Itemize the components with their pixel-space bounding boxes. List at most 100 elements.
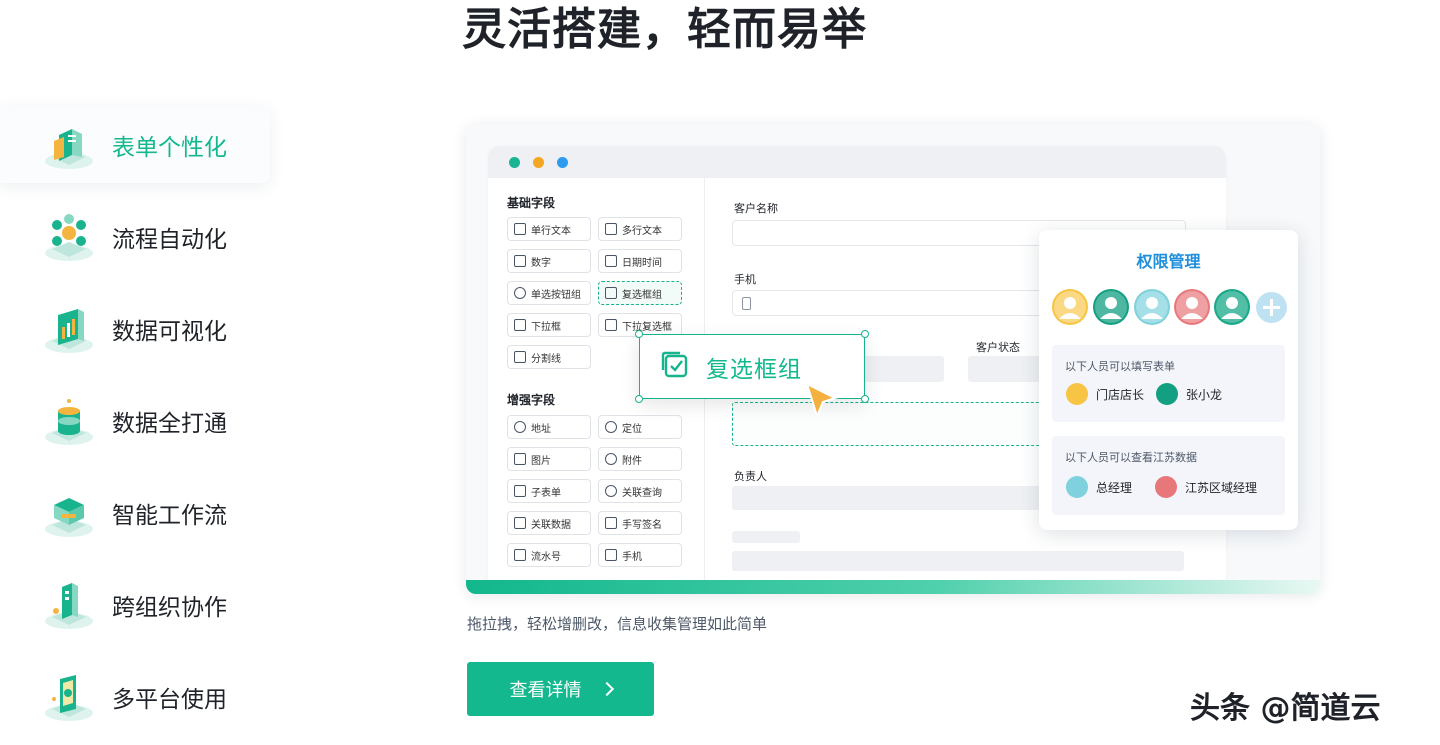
nav-item-label: 智能工作流 (112, 502, 227, 529)
field-chip[interactable]: 单行文本 (507, 217, 591, 241)
resize-handle[interactable] (635, 395, 643, 403)
avatar (1155, 476, 1177, 498)
field-chip[interactable]: 复选框组 (598, 281, 682, 305)
field-chip[interactable]: 手机 (598, 543, 682, 567)
nav-item-data-visualization[interactable]: 数据可视化 (0, 290, 270, 367)
permission-title: 权限管理 (1136, 252, 1201, 271)
permission-person[interactable]: 江苏区域经理 (1155, 476, 1257, 498)
text-field-icon (514, 223, 526, 235)
customer-status-label: 客户状态 (976, 341, 1020, 354)
window-dot-blue (557, 157, 568, 168)
view-permission-box: 以下人员可以查看江苏数据 总经理 江苏区域经理 (1052, 436, 1285, 515)
field-chip[interactable]: 关联数据 (507, 511, 591, 535)
image-icon (514, 453, 526, 465)
permission-person[interactable]: 张小龙 (1156, 383, 1222, 405)
cloud-upload-icon (605, 453, 617, 465)
enhanced-fields-title: 增强字段 (507, 393, 556, 407)
phone-label: 手机 (734, 273, 756, 286)
field-chip[interactable]: 地址 (507, 415, 591, 439)
nav-item-label: 跨组织协作 (112, 594, 227, 621)
customer-status-select[interactable] (968, 356, 1048, 382)
mobile-phone-icon (605, 549, 617, 561)
field-chip[interactable]: 下拉框 (507, 313, 591, 337)
nav-item-smart-workflow[interactable]: 智能工作流 (0, 474, 270, 551)
multi-dropdown-icon (605, 319, 617, 331)
field-chip[interactable]: 子表单 (507, 479, 591, 503)
avatar (1156, 383, 1178, 405)
crosshair-icon (605, 421, 617, 433)
nav-item-data-integration[interactable]: 数据全打通 (0, 382, 270, 459)
form-placeholder-block (732, 551, 1184, 571)
mouse-cursor-icon (805, 382, 841, 424)
field-chip[interactable]: 数字 (507, 249, 591, 273)
resize-handle[interactable] (861, 395, 869, 403)
user-avatar[interactable] (1052, 289, 1088, 325)
nav-item-multi-platform[interactable]: 多平台使用 (0, 658, 270, 735)
resize-handle[interactable] (861, 330, 869, 338)
window-dot-green (509, 157, 520, 168)
feature-nav: 表单个性化 流程自动化 数据可视化 数据全打通 智能工作流 跨组织协作 多平台使… (0, 106, 270, 745)
collaboration-icon (42, 577, 98, 633)
nav-item-process-automation[interactable]: 流程自动化 (0, 198, 270, 275)
nav-item-label: 多平台使用 (112, 686, 227, 713)
user-avatar[interactable] (1214, 289, 1250, 325)
chevron-right-icon (599, 681, 614, 697)
avatar (1066, 476, 1088, 498)
multi-platform-icon (42, 669, 98, 725)
textarea-icon (605, 223, 617, 235)
customer-name-label: 客户名称 (734, 202, 778, 215)
showcase-accent-bar (466, 580, 1320, 594)
field-chip[interactable]: 关联查询 (598, 479, 682, 503)
view-details-button[interactable]: 查看详情 (467, 662, 654, 716)
basic-fields-title: 基础字段 (507, 196, 556, 210)
add-user-button[interactable] (1256, 292, 1287, 323)
feature-caption: 拖拉拽，轻松增删改，信息收集管理如此简单 (467, 615, 768, 633)
drop-zone[interactable] (732, 402, 1052, 446)
calendar-icon (605, 255, 617, 267)
field-chip[interactable]: 日期时间 (598, 249, 682, 273)
permission-panel: 权限管理 以下人员可以填写表单 门店店长 张小龙 以下人员可以查看江苏数据 总经… (1039, 230, 1298, 530)
source-watermark: 头条 @简道云 (1190, 691, 1381, 726)
nav-item-label: 表单个性化 (112, 134, 227, 161)
nav-item-cross-org-collaboration[interactable]: 跨组织协作 (0, 566, 270, 643)
nav-item-label: 数据可视化 (112, 318, 227, 345)
field-chip[interactable]: 分割线 (507, 345, 591, 369)
fill-permission-desc: 以下人员可以填写表单 (1065, 360, 1175, 373)
smart-workflow-icon (42, 485, 98, 541)
permission-person[interactable]: 门店店长 (1066, 383, 1144, 405)
field-chip[interactable]: 多行文本 (598, 217, 682, 241)
field-chip[interactable]: 定位 (598, 415, 682, 439)
user-avatar[interactable] (1134, 289, 1170, 325)
linked-data-icon (514, 517, 526, 529)
dropdown-icon (514, 319, 526, 331)
dragging-chip-label: 复选框组 (706, 356, 802, 383)
database-stack-icon (42, 393, 98, 449)
user-avatar[interactable] (1174, 289, 1210, 325)
serial-number-icon (514, 549, 526, 561)
permission-person[interactable]: 总经理 (1066, 476, 1132, 498)
form-placeholder-line (732, 531, 800, 543)
divider-icon (514, 351, 526, 363)
avatar (1066, 383, 1088, 405)
checkbox-group-icon (660, 350, 690, 384)
workflow-hub-icon (42, 209, 98, 265)
data-dashboard-icon (42, 301, 98, 357)
nav-item-form-personalization[interactable]: 表单个性化 (0, 106, 270, 183)
location-pin-icon (514, 421, 526, 433)
phone-input[interactable] (732, 290, 1072, 316)
form-building-icon (42, 117, 98, 173)
owner-label: 负责人 (734, 470, 767, 483)
nav-item-label: 数据全打通 (112, 410, 227, 437)
field-chip[interactable]: 单选按钮组 (507, 281, 591, 305)
field-chip[interactable]: 图片 (507, 447, 591, 471)
field-chip[interactable]: 附件 (598, 447, 682, 471)
field-chip[interactable]: 手写签名 (598, 511, 682, 535)
view-permission-desc: 以下人员可以查看江苏数据 (1065, 451, 1197, 464)
window-dot-orange (533, 157, 544, 168)
owner-input[interactable] (732, 486, 1052, 510)
link-search-icon (605, 485, 617, 497)
field-chip[interactable]: 流水号 (507, 543, 591, 567)
user-avatar[interactable] (1093, 289, 1129, 325)
window-titlebar (488, 146, 1226, 178)
resize-handle[interactable] (635, 330, 643, 338)
